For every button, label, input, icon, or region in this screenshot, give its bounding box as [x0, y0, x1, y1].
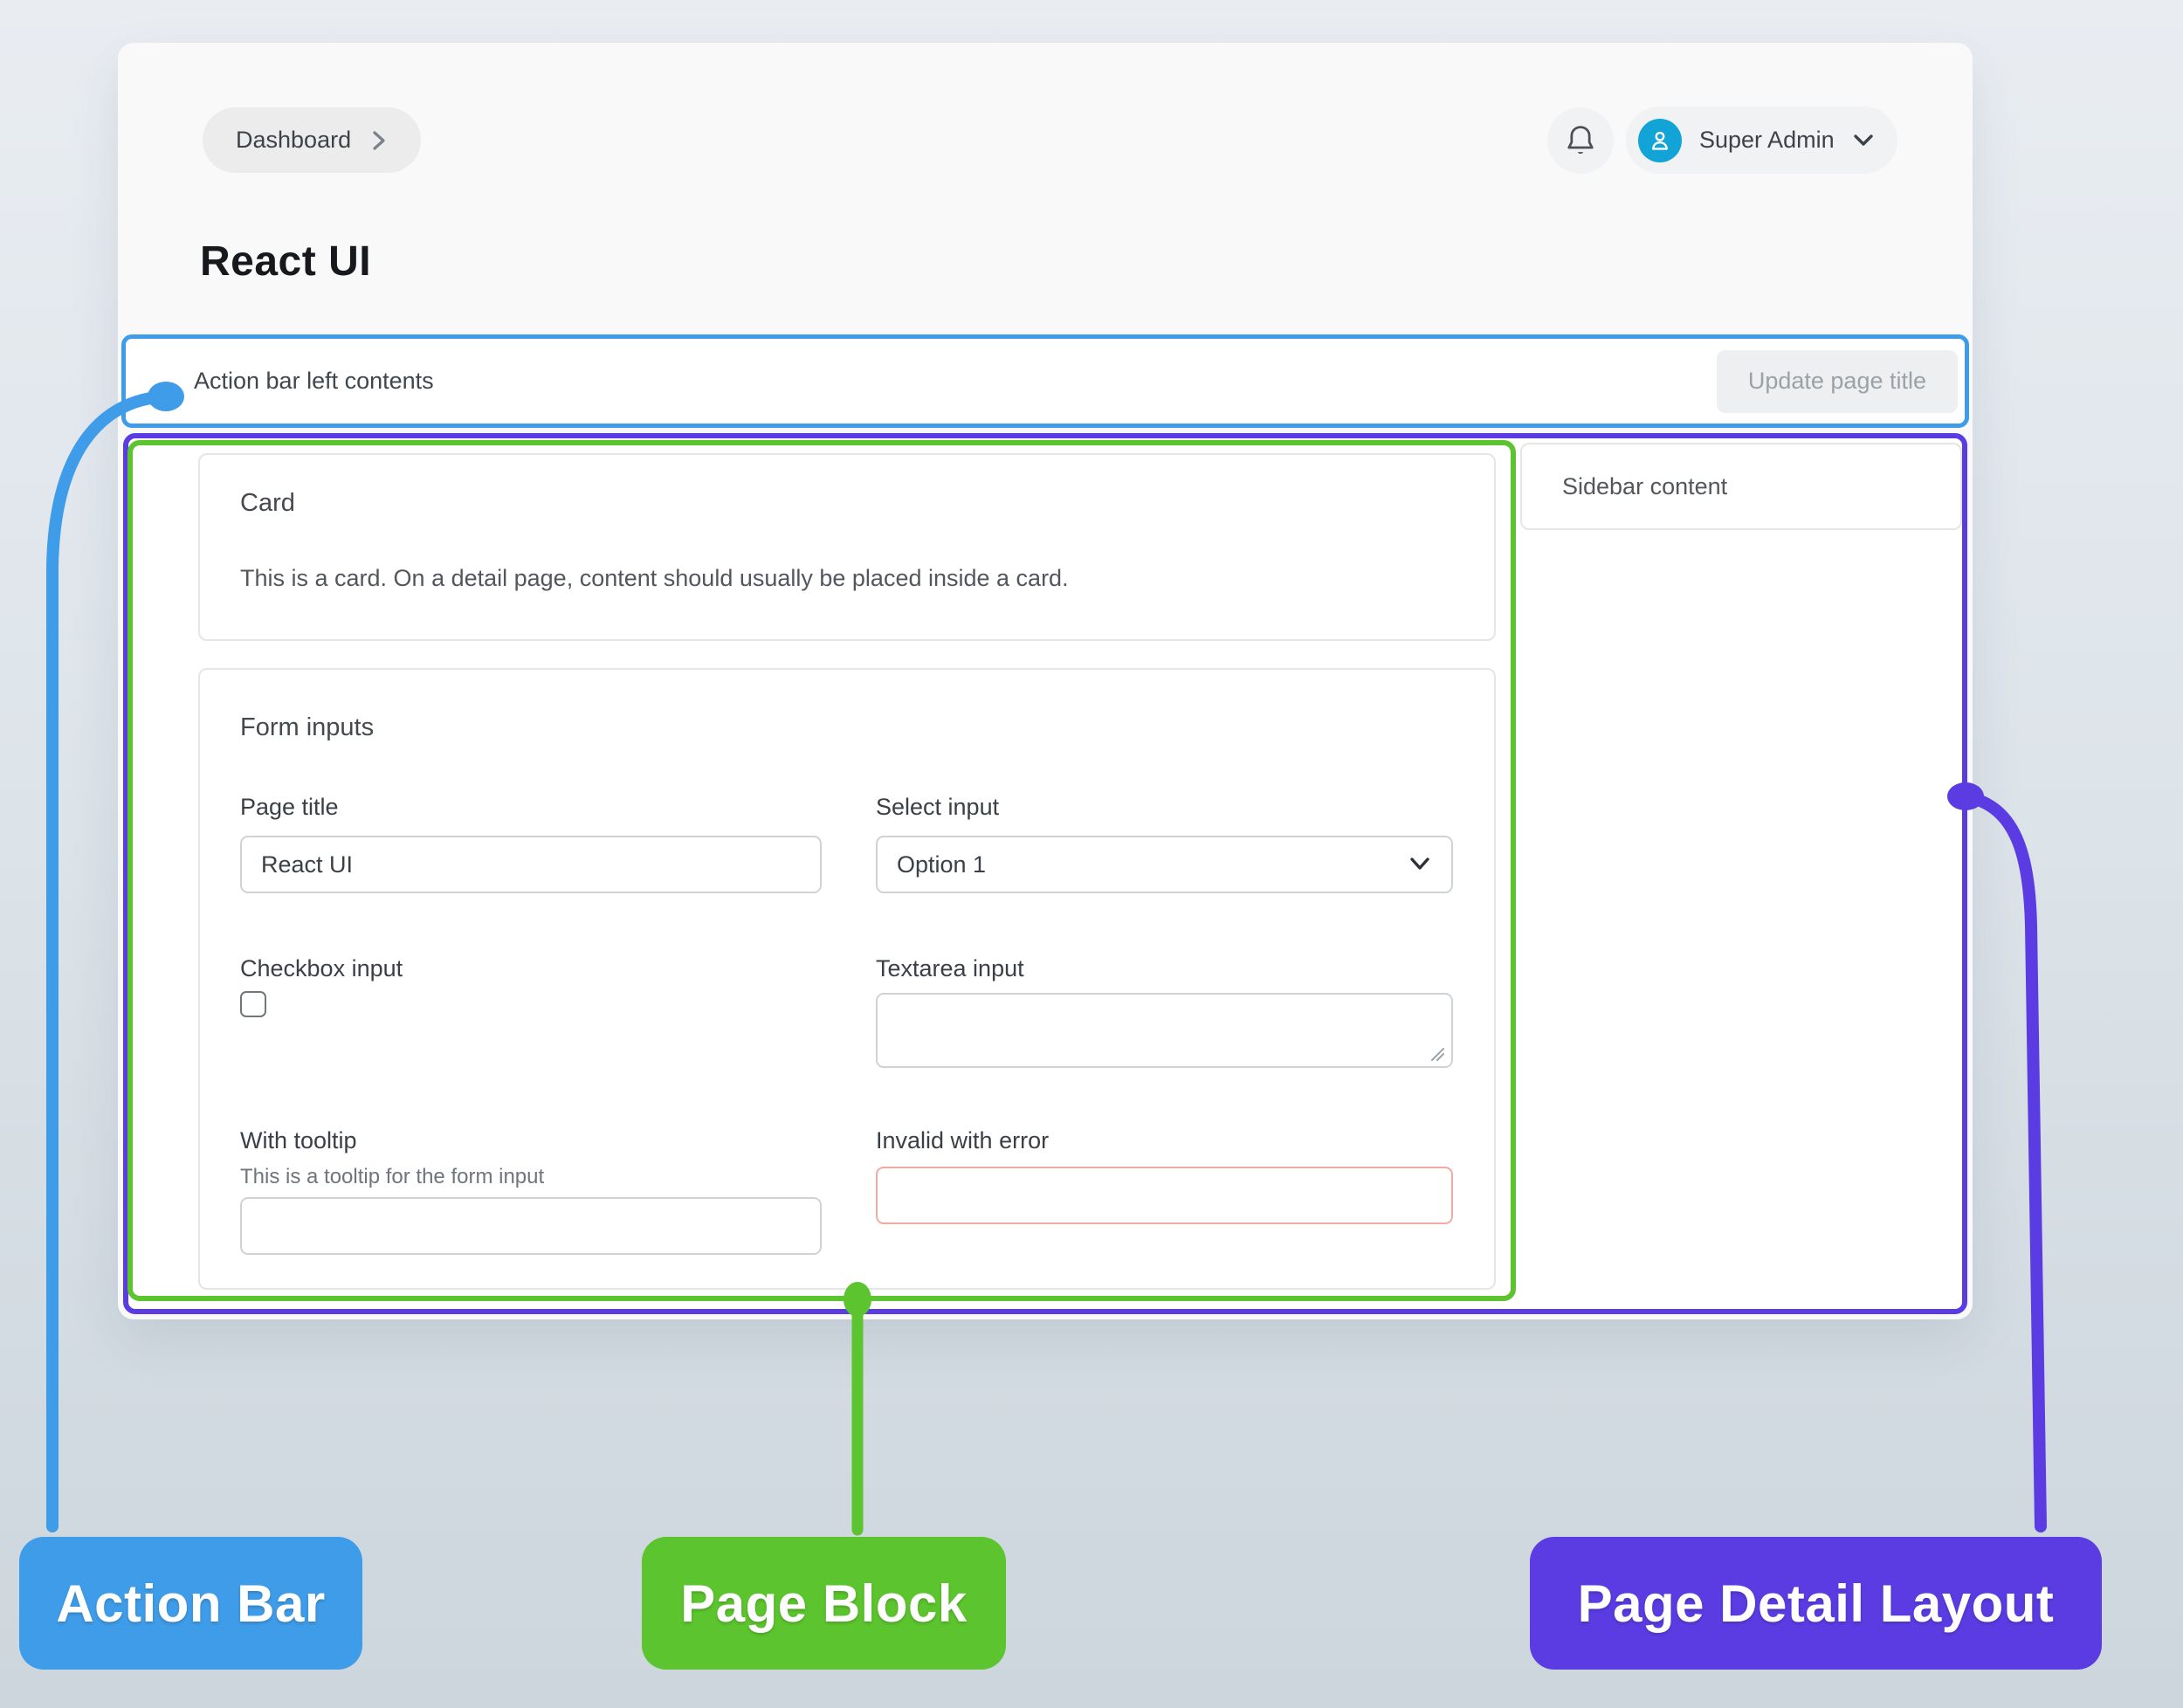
page-block-annotation-label: Page Block [642, 1537, 1006, 1670]
user-menu[interactable]: Super Admin [1626, 107, 1897, 174]
person-icon [1647, 127, 1673, 154]
bell-icon [1564, 123, 1597, 158]
textarea-field-label: Textarea input [876, 955, 1024, 982]
action-bar-annotation-label: Action Bar [19, 1537, 362, 1670]
sidebar-content-text: Sidebar content [1562, 473, 1727, 500]
chevron-right-icon [370, 128, 388, 153]
card-body-text: This is a card. On a detail page, conten… [240, 565, 1069, 592]
update-page-title-button[interactable]: Update page title [1717, 350, 1958, 413]
page-title-field-label: Page title [240, 794, 339, 821]
select-field-label: Select input [876, 794, 999, 821]
tooltip-input[interactable] [240, 1197, 822, 1255]
user-name: Super Admin [1699, 127, 1835, 154]
page-detail-layout-connector-line [1965, 796, 2041, 1526]
breadcrumb-item-dashboard[interactable]: Dashboard [236, 127, 351, 154]
action-bar-left-contents: Action bar left contents [194, 368, 434, 395]
tooltip-helper-text: This is a tooltip for the form input [240, 1165, 544, 1189]
page-title-input[interactable] [240, 836, 822, 893]
breadcrumb[interactable]: Dashboard [203, 107, 421, 173]
invalid-field-label: Invalid with error [876, 1127, 1049, 1154]
form-inputs-card: Form inputs Page title Select input Opti… [198, 668, 1496, 1290]
notifications-button[interactable] [1547, 107, 1614, 174]
checkbox-field-label: Checkbox input [240, 955, 403, 982]
textarea-input[interactable] [876, 993, 1453, 1068]
page-title: React UI [200, 238, 371, 286]
chevron-down-icon [1852, 133, 1875, 148]
card-title: Card [240, 489, 295, 518]
select-input[interactable]: Option 1 [876, 836, 1453, 893]
checkbox-input[interactable] [240, 991, 266, 1017]
sidebar-card: Sidebar content [1520, 443, 1962, 530]
page-detail-layout-annotation-label: Page Detail Layout [1530, 1537, 2102, 1670]
card: Card This is a card. On a detail page, c… [198, 453, 1496, 641]
action-bar: Action bar left contents Update page tit… [121, 334, 1969, 428]
avatar [1638, 119, 1682, 162]
invalid-input[interactable] [876, 1167, 1453, 1224]
tooltip-field-label: With tooltip [240, 1127, 357, 1154]
form-inputs-title: Form inputs [240, 713, 374, 742]
